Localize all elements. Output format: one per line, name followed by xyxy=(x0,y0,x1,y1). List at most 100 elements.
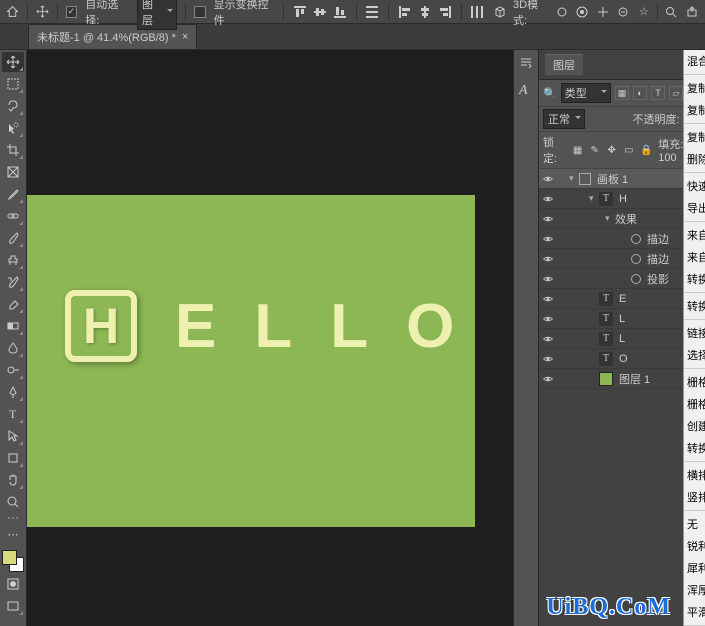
move-tool[interactable] xyxy=(2,52,24,72)
context-menu-item[interactable]: 删除 xyxy=(684,148,705,170)
context-menu-item[interactable]: 栅格 xyxy=(684,371,705,393)
auto-select-checkbox[interactable] xyxy=(66,6,77,18)
canvas[interactable]: H E L L O xyxy=(27,50,513,626)
blur-tool[interactable] xyxy=(2,338,24,358)
clone-stamp-tool[interactable] xyxy=(2,250,24,270)
3d-cube-icon[interactable] xyxy=(493,4,508,20)
context-menu-item[interactable]: 无 xyxy=(684,513,705,535)
layer-row[interactable]: TL xyxy=(539,329,705,349)
layer-row[interactable]: TO xyxy=(539,349,705,369)
paragraph-panel-icon[interactable] xyxy=(517,54,535,72)
show-transform-checkbox[interactable] xyxy=(194,6,205,18)
context-menu-item[interactable]: 来自 xyxy=(684,224,705,246)
visibility-toggle[interactable] xyxy=(539,313,557,325)
letter-e[interactable]: E xyxy=(175,291,216,362)
filter-shape-icon[interactable]: ▱ xyxy=(669,86,683,100)
align-left-icon[interactable] xyxy=(397,4,413,20)
visibility-toggle[interactable] xyxy=(539,253,557,265)
visibility-toggle[interactable] xyxy=(539,293,557,305)
3d-roll-icon[interactable] xyxy=(575,4,590,20)
visibility-toggle[interactable] xyxy=(539,273,557,285)
distribute-icon[interactable] xyxy=(365,4,380,20)
eyedropper-tool[interactable] xyxy=(2,184,24,204)
distribute-h-icon[interactable] xyxy=(470,4,485,20)
context-menu-item[interactable]: 横排 xyxy=(684,464,705,486)
layer-row[interactable]: 投影 xyxy=(539,269,705,289)
history-brush-tool[interactable] xyxy=(2,272,24,292)
context-menu-item[interactable]: 犀利 xyxy=(684,557,705,579)
align-bottom-icon[interactable] xyxy=(332,4,348,20)
home-icon[interactable] xyxy=(6,5,19,19)
marquee-tool[interactable] xyxy=(2,74,24,94)
context-menu-item[interactable]: 导出 xyxy=(684,197,705,219)
eraser-tool[interactable] xyxy=(2,294,24,314)
filter-kind-dropdown[interactable]: 类型 xyxy=(561,83,611,103)
shape-tool[interactable] xyxy=(2,448,24,468)
lock-position-icon[interactable]: ✥ xyxy=(606,144,617,156)
blend-mode-dropdown[interactable]: 正常 xyxy=(543,109,585,129)
letter-l1[interactable]: L xyxy=(254,291,292,362)
dodge-tool[interactable] xyxy=(2,360,24,380)
context-menu-item[interactable]: 链接 xyxy=(684,322,705,344)
artboard[interactable]: H E L L O xyxy=(27,195,475,527)
share-icon[interactable] xyxy=(685,4,700,20)
visibility-toggle[interactable] xyxy=(539,173,557,185)
layers-tab[interactable]: 图层 xyxy=(545,54,583,75)
zoom-tool[interactable] xyxy=(2,492,24,512)
context-menu-item[interactable]: 选择 xyxy=(684,344,705,366)
context-menu-item[interactable]: 转换 xyxy=(684,295,705,317)
color-swatches[interactable] xyxy=(2,550,24,572)
layer-row[interactable]: ▾效果 xyxy=(539,209,705,229)
lasso-tool[interactable] xyxy=(2,96,24,116)
brush-tool[interactable] xyxy=(2,228,24,248)
expand-chevron[interactable]: ▾ xyxy=(569,173,579,184)
expand-chevron[interactable]: ▾ xyxy=(589,193,599,204)
quick-select-tool[interactable] xyxy=(2,118,24,138)
visibility-toggle[interactable] xyxy=(539,193,557,205)
healing-tool[interactable] xyxy=(2,206,24,226)
3d-slide-icon[interactable] xyxy=(616,4,631,20)
character-panel-icon[interactable]: A xyxy=(517,80,535,98)
layer-row[interactable]: TL xyxy=(539,309,705,329)
letter-o[interactable]: O xyxy=(406,291,454,362)
lock-transparency-icon[interactable]: ▦ xyxy=(572,144,583,156)
visibility-toggle[interactable] xyxy=(539,233,557,245)
visibility-toggle[interactable] xyxy=(539,333,557,345)
layer-row[interactable]: ▾画板 1 xyxy=(539,169,705,189)
context-menu-item[interactable]: 创建 xyxy=(684,415,705,437)
lock-artboard-icon[interactable]: ▭ xyxy=(623,144,634,156)
layer-row[interactable]: ▾TH xyxy=(539,189,705,209)
search-icon[interactable] xyxy=(664,4,679,20)
context-menu-item[interactable]: 竖排 xyxy=(684,486,705,508)
align-top-icon[interactable] xyxy=(292,4,308,20)
3d-orbit-icon[interactable] xyxy=(555,4,570,20)
letter-h-frame[interactable]: H xyxy=(65,290,137,362)
quick-mask-tool[interactable] xyxy=(2,574,24,594)
visibility-toggle[interactable] xyxy=(539,213,557,225)
context-menu-item[interactable]: 混合 xyxy=(684,50,705,72)
layer-row[interactable]: TE xyxy=(539,289,705,309)
context-menu-item[interactable]: 浑厚 xyxy=(684,579,705,601)
edit-toolbar[interactable]: ⋯ xyxy=(2,524,24,544)
visibility-toggle[interactable] xyxy=(539,373,557,385)
expand-chevron[interactable]: ▾ xyxy=(605,213,615,224)
close-tab-icon[interactable]: × xyxy=(182,31,188,43)
layer-row[interactable]: 描边 xyxy=(539,229,705,249)
type-tool[interactable]: T xyxy=(2,404,24,424)
layer-row[interactable]: 描边 xyxy=(539,249,705,269)
visibility-toggle[interactable] xyxy=(539,353,557,365)
frame-tool[interactable] xyxy=(2,162,24,182)
context-menu-item[interactable]: 快速 xyxy=(684,175,705,197)
context-menu-item[interactable]: 锐利 xyxy=(684,535,705,557)
context-menu-item[interactable]: 复制 xyxy=(684,126,705,148)
lock-all-icon[interactable]: 🔒 xyxy=(640,144,652,156)
context-menu-item[interactable]: 栅格 xyxy=(684,393,705,415)
gradient-tool[interactable] xyxy=(2,316,24,336)
foreground-swatch[interactable] xyxy=(2,550,17,565)
layer-row[interactable]: 图层 1 xyxy=(539,369,705,389)
align-hcenter-icon[interactable] xyxy=(417,4,433,20)
align-vcenter-icon[interactable] xyxy=(312,4,328,20)
auto-select-target-dropdown[interactable]: 图层 xyxy=(137,0,177,30)
lock-pixels-icon[interactable]: ✎ xyxy=(589,144,600,156)
context-menu-item[interactable]: 转换 xyxy=(684,437,705,459)
